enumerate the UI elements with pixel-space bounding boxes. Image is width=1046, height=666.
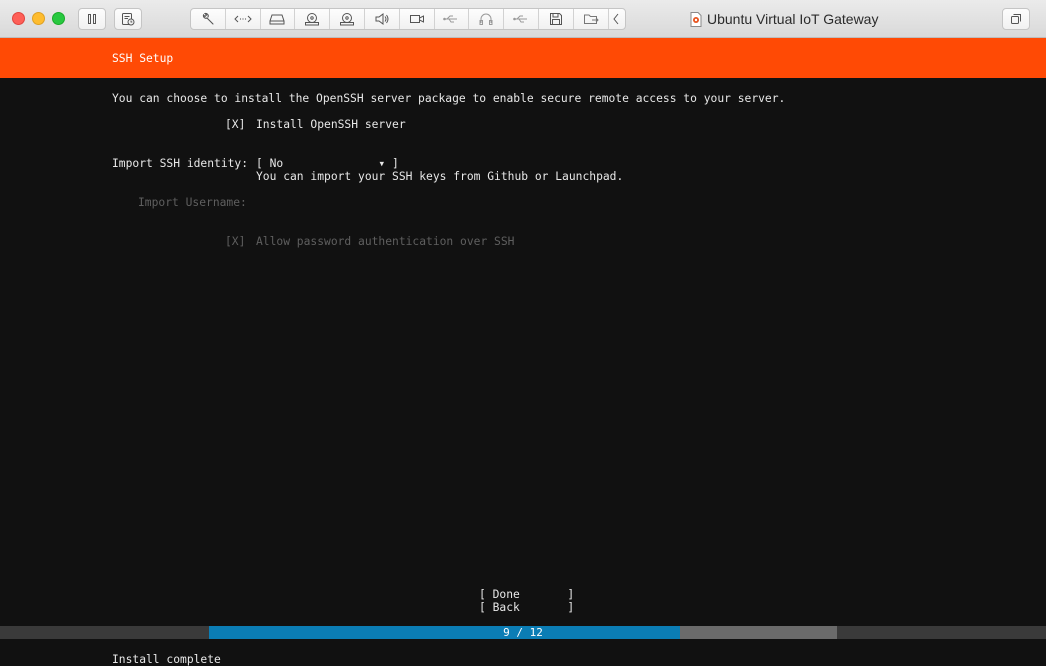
usb-icon: [443, 15, 458, 23]
optical-drive-icon: [340, 13, 355, 26]
camera-button[interactable]: [400, 9, 435, 29]
headphones-icon: [479, 13, 493, 25]
password-auth-checkbox: [X]: [225, 235, 246, 248]
shared-folder-button[interactable]: [574, 9, 609, 29]
window-title-text: Ubuntu Virtual IoT Gateway: [707, 11, 879, 27]
toolbar-collapse-button[interactable]: [609, 9, 623, 29]
snapshot-button[interactable]: [114, 8, 142, 30]
close-window-button[interactable]: [12, 12, 25, 25]
vm-document-icon: [690, 11, 702, 27]
device-toolbar: [190, 8, 626, 30]
pause-icon: [88, 14, 96, 24]
optical-drive-icon: [305, 13, 320, 26]
fullscreen-icon: [1011, 14, 1021, 24]
speaker-icon: [375, 13, 389, 25]
usb-button-1[interactable]: [435, 9, 470, 29]
wrench-icon: [202, 12, 214, 25]
import-identity-label: Import SSH identity:: [112, 157, 249, 170]
sound-button[interactable]: [365, 9, 400, 29]
usb-icon: [513, 15, 528, 23]
installer-header: SSH Setup: [0, 38, 1046, 78]
snapshot-icon: [122, 13, 135, 26]
minimize-window-button[interactable]: [32, 12, 45, 25]
progress-row: 9 / 12: [0, 626, 1046, 639]
import-identity-dropdown[interactable]: [ No ▾ ]: [256, 157, 399, 170]
status-text: Install complete: [112, 653, 221, 666]
code-icon: [233, 15, 252, 23]
ssh-description: You can choose to install the OpenSSH se…: [112, 92, 786, 105]
vm-window: Ubuntu Virtual IoT Gateway SSH Setup You…: [0, 0, 1046, 666]
install-openssh-label[interactable]: Install OpenSSH server: [256, 118, 406, 131]
optical-drive-button-2[interactable]: [330, 9, 365, 29]
title-bar: Ubuntu Virtual IoT Gateway: [0, 0, 1046, 38]
chevron-left-icon: [612, 13, 618, 25]
fullscreen-button[interactable]: [1002, 8, 1030, 30]
progress-label: 9 / 12: [503, 626, 543, 639]
code-button[interactable]: [226, 9, 261, 29]
optical-drive-button-1[interactable]: [295, 9, 331, 29]
window-title: Ubuntu Virtual IoT Gateway: [690, 10, 878, 28]
floppy-icon: [549, 13, 562, 25]
headphones-button[interactable]: [469, 9, 505, 29]
import-identity-help: You can import your SSH keys from Github…: [256, 170, 624, 183]
shared-folder-icon: [583, 14, 599, 24]
done-button[interactable]: [ Done ]: [479, 588, 574, 601]
usb-button-2[interactable]: [504, 9, 539, 29]
camera-icon: [409, 15, 424, 23]
import-username-label: Import Username:: [138, 196, 247, 209]
install-openssh-checkbox[interactable]: [X]: [225, 118, 245, 131]
password-auth-label: Allow password authentication over SSH: [256, 235, 515, 248]
disk-icon: [269, 14, 285, 25]
page-title: SSH Setup: [112, 52, 174, 65]
pause-button[interactable]: [78, 8, 106, 30]
back-button[interactable]: [ Back ]: [479, 601, 574, 614]
progress-bar: 9 / 12: [209, 626, 837, 639]
zoom-window-button[interactable]: [52, 12, 65, 25]
settings-button[interactable]: [191, 9, 226, 29]
floppy-button[interactable]: [539, 9, 574, 29]
hard-disk-button[interactable]: [261, 9, 296, 29]
